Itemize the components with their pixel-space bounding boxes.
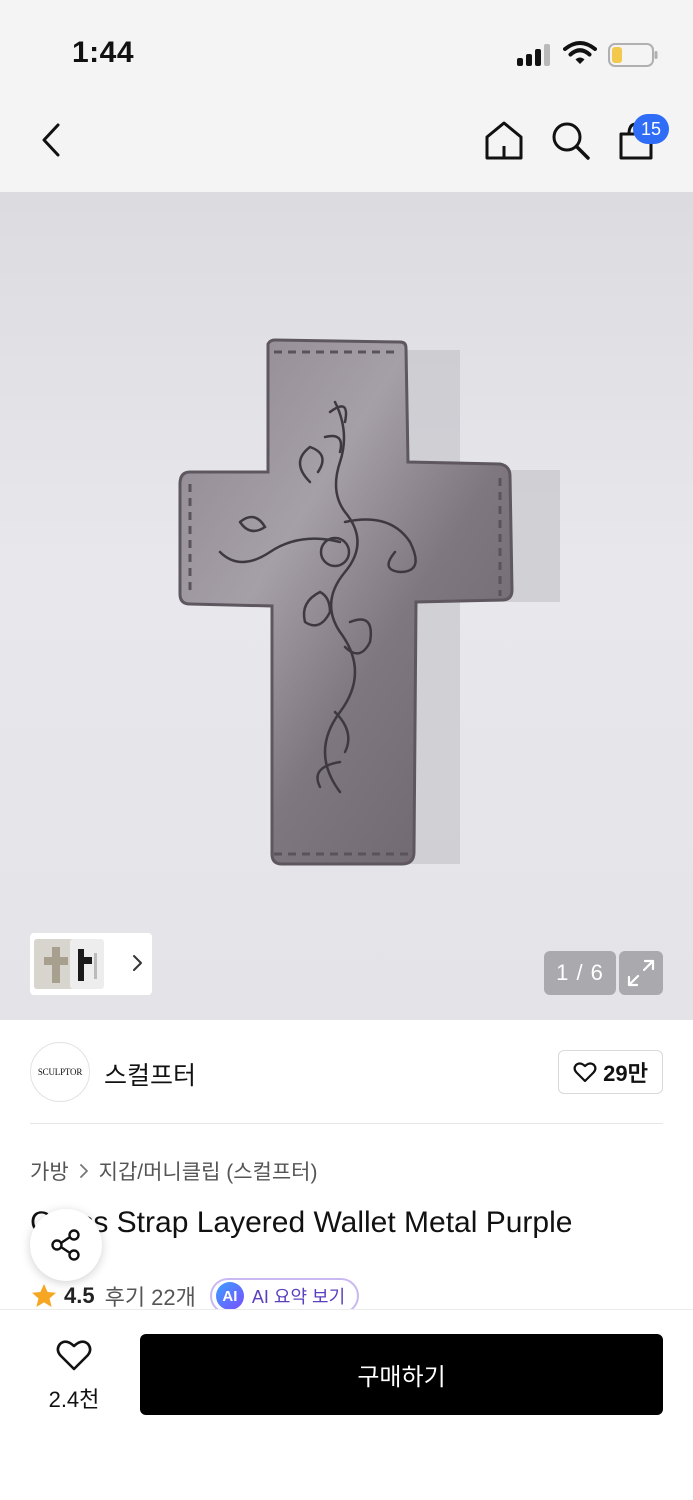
cart-count-badge[interactable]: 15 (633, 114, 669, 144)
breadcrumb-item-wallets[interactable]: 지갑/머니클립 (스컬프터) (99, 1156, 318, 1186)
star-icon (32, 1284, 56, 1307)
wishlist-count: 2.4천 (48, 1387, 100, 1412)
back-chevron-icon[interactable] (30, 118, 74, 162)
thumbnail-cross-image (78, 949, 97, 981)
bottom-action-bar: 2.4천 구매하기 (0, 1310, 693, 1500)
battery-icon (608, 43, 658, 67)
brand-logo[interactable]: SCULPTOR (30, 1042, 90, 1102)
thumbnail-strip[interactable] (30, 933, 152, 995)
brand-row: SCULPTOR 스컬프터 29만 (0, 1020, 693, 1124)
wishlist-button[interactable]: 2.4천 (30, 1338, 118, 1418)
product-title: Cross Strap Layered Wallet Metal Purple (30, 1206, 573, 1239)
chevron-right-icon[interactable] (130, 951, 146, 975)
top-navigation-bar (0, 96, 693, 192)
divider (30, 1123, 663, 1124)
wifi-icon (563, 41, 597, 64)
breadcrumb-item-bags[interactable]: 가방 (30, 1156, 69, 1186)
ai-summary-label: AI 요약 보기 (251, 1287, 346, 1307)
brand-name[interactable]: 스컬프터 (104, 1056, 196, 1092)
cellular-signal-icon (517, 44, 553, 66)
brand-like-count: 29만 (603, 1061, 648, 1086)
search-icon[interactable] (548, 118, 592, 162)
breadcrumb: 가방 지갑/머니클립 (스컬프터) (30, 1156, 318, 1186)
heart-outline-icon (56, 1340, 92, 1371)
leather-cross-wallet-image (178, 338, 560, 866)
heart-outline-icon (573, 1062, 597, 1083)
expand-image-button[interactable] (619, 951, 663, 995)
ai-badge-icon: AI (215, 1282, 244, 1310)
status-time: 1:44 (72, 36, 135, 69)
expand-arrows-icon (627, 959, 655, 987)
ai-summary-button[interactable]: AI AI 요약 보기 (209, 1278, 360, 1314)
rating-row: 4.5 후기 22개 AI AI 요약 보기 (30, 1278, 670, 1314)
status-bar: 1:44 (0, 0, 693, 96)
buy-button[interactable]: 구매하기 (140, 1334, 663, 1415)
brand-like-button[interactable]: 29만 (558, 1050, 663, 1094)
review-count-link[interactable]: 후기 22개 (105, 1280, 196, 1312)
share-button[interactable] (30, 1209, 102, 1281)
rating-value: 4.5 (64, 1283, 95, 1308)
chevron-right-icon (79, 1164, 88, 1178)
thumbnail-2[interactable] (70, 939, 104, 989)
share-icon (51, 1229, 80, 1261)
product-image-gallery[interactable]: 1 / 6 (0, 192, 693, 1020)
image-counter: 1 / 6 (544, 951, 616, 995)
home-icon[interactable] (482, 118, 526, 162)
